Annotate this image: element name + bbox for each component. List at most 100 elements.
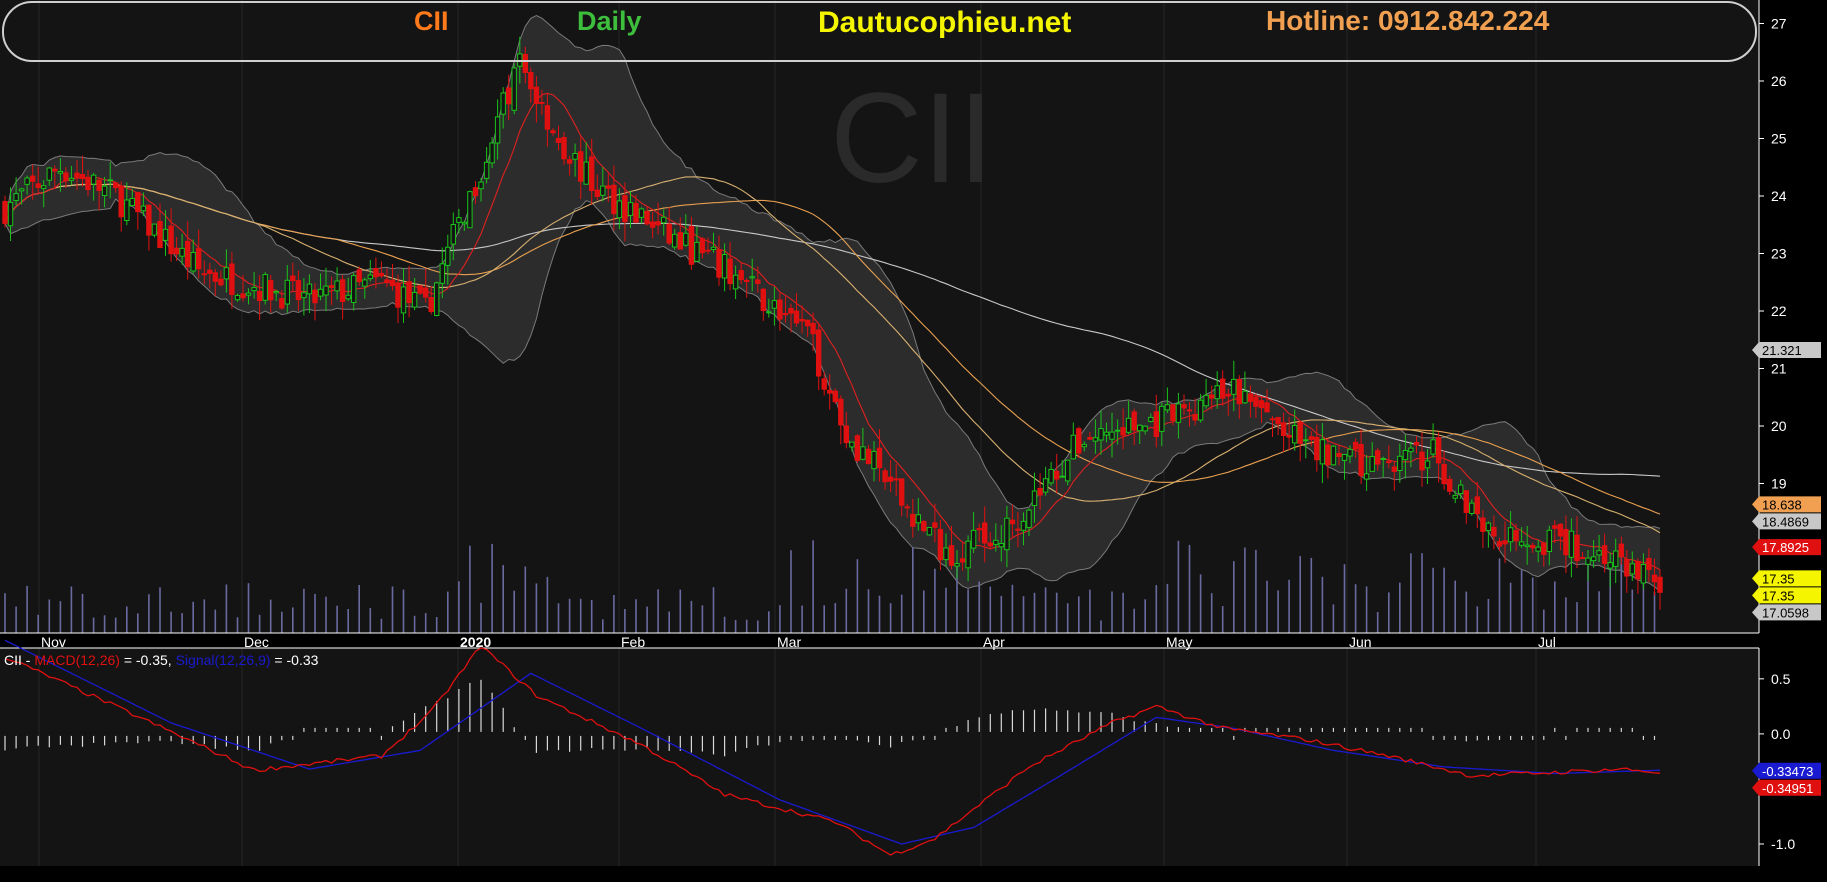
candle-body bbox=[439, 263, 446, 284]
candle-body bbox=[1424, 460, 1431, 469]
candle-body bbox=[1341, 454, 1348, 461]
candle-body bbox=[528, 72, 534, 90]
candle-body bbox=[1098, 428, 1104, 441]
candle-body bbox=[1214, 385, 1220, 400]
candle-body bbox=[1181, 404, 1187, 409]
candle-body bbox=[838, 398, 844, 426]
candle-body bbox=[710, 246, 717, 251]
candle-body bbox=[1635, 560, 1641, 580]
candle-body bbox=[384, 279, 390, 283]
candle-body bbox=[561, 137, 567, 160]
candle-body bbox=[500, 92, 506, 115]
candle-body bbox=[954, 563, 960, 567]
candle-body bbox=[1452, 494, 1458, 499]
candle-body bbox=[1308, 436, 1314, 440]
candle-body bbox=[627, 202, 634, 216]
candle-body bbox=[356, 269, 362, 282]
candle-body bbox=[1197, 399, 1204, 421]
candle-body bbox=[411, 292, 418, 308]
candle-body bbox=[865, 448, 872, 465]
candle-body bbox=[793, 310, 800, 324]
candle-body bbox=[544, 105, 551, 130]
candle-body bbox=[1574, 534, 1580, 562]
candle-body bbox=[1292, 425, 1298, 444]
candle-body bbox=[1092, 437, 1099, 442]
candle-body bbox=[882, 470, 888, 483]
candle-body bbox=[7, 201, 14, 227]
candle-body bbox=[395, 282, 401, 308]
candle-body bbox=[926, 527, 933, 536]
candle-body bbox=[572, 153, 578, 160]
candle-body bbox=[262, 274, 268, 301]
candle-body bbox=[118, 185, 124, 218]
candle-body bbox=[1076, 428, 1082, 454]
candle-body bbox=[1009, 519, 1016, 525]
candle-body bbox=[860, 446, 866, 460]
macd-tag-label: -0.34951 bbox=[1762, 781, 1813, 796]
candle-body bbox=[1386, 460, 1392, 464]
candle-body bbox=[943, 547, 949, 561]
candle-body bbox=[738, 270, 744, 281]
candle-body bbox=[1607, 562, 1613, 569]
candle-body bbox=[1114, 429, 1121, 432]
candle-body bbox=[13, 193, 19, 202]
price-tag-label: 17.8925 bbox=[1762, 540, 1809, 555]
candle-body bbox=[1419, 451, 1425, 471]
candle-body bbox=[185, 240, 191, 268]
candle-body bbox=[959, 558, 966, 563]
candle-body bbox=[1325, 444, 1331, 466]
candle-body bbox=[749, 276, 755, 279]
candle-body bbox=[904, 506, 910, 509]
macd-tick-label: -1.0 bbox=[1771, 836, 1795, 852]
candle-body bbox=[810, 322, 816, 335]
price-tick-label: 20 bbox=[1771, 418, 1787, 434]
candle-body bbox=[129, 198, 136, 206]
candle-body bbox=[373, 268, 379, 278]
candle-body bbox=[46, 167, 52, 181]
candle-body bbox=[887, 476, 894, 482]
price-tag-label: 18.4869 bbox=[1762, 514, 1809, 529]
candle-body bbox=[1319, 439, 1326, 465]
candle-body bbox=[600, 185, 606, 196]
candle-body bbox=[428, 297, 434, 312]
candle-body bbox=[1557, 523, 1564, 537]
candle-body bbox=[1170, 404, 1176, 422]
candle-body bbox=[716, 249, 722, 278]
price-tag-label: 17.0598 bbox=[1762, 605, 1809, 620]
candle-body bbox=[223, 267, 230, 280]
candle-body bbox=[400, 286, 407, 314]
candle-body bbox=[555, 138, 562, 143]
candle-body bbox=[417, 285, 423, 294]
candle-body bbox=[1031, 490, 1038, 506]
candle-body bbox=[489, 142, 495, 164]
candle-body bbox=[18, 188, 25, 192]
candle-body bbox=[1042, 478, 1049, 493]
candle-body bbox=[234, 295, 241, 301]
price-tick-label: 27 bbox=[1771, 16, 1787, 32]
candle-body bbox=[1530, 544, 1536, 549]
macd-tick-label: 0.5 bbox=[1771, 671, 1791, 687]
candle-body bbox=[1087, 437, 1093, 440]
candle-body bbox=[63, 172, 69, 182]
candle-body bbox=[1175, 403, 1182, 423]
candle-body bbox=[1613, 550, 1619, 567]
price-tick-label: 24 bbox=[1771, 188, 1787, 204]
candle-body bbox=[1535, 546, 1541, 552]
candle-body bbox=[1336, 452, 1342, 457]
candle-body bbox=[240, 293, 246, 299]
candle-body bbox=[998, 543, 1004, 548]
candle-body bbox=[295, 280, 302, 301]
candle-body bbox=[1485, 522, 1492, 532]
candle-body bbox=[799, 318, 805, 322]
candle-body bbox=[965, 540, 971, 569]
candle-body bbox=[644, 211, 650, 225]
candle-body bbox=[1408, 447, 1414, 453]
candle-body bbox=[766, 311, 772, 314]
candle-body bbox=[1153, 411, 1159, 438]
candle-body bbox=[1358, 443, 1364, 477]
candle-body bbox=[157, 220, 163, 248]
candle-body bbox=[633, 202, 639, 223]
candle-body bbox=[201, 273, 208, 276]
candle-body bbox=[1402, 450, 1409, 461]
candle-body bbox=[893, 478, 899, 481]
